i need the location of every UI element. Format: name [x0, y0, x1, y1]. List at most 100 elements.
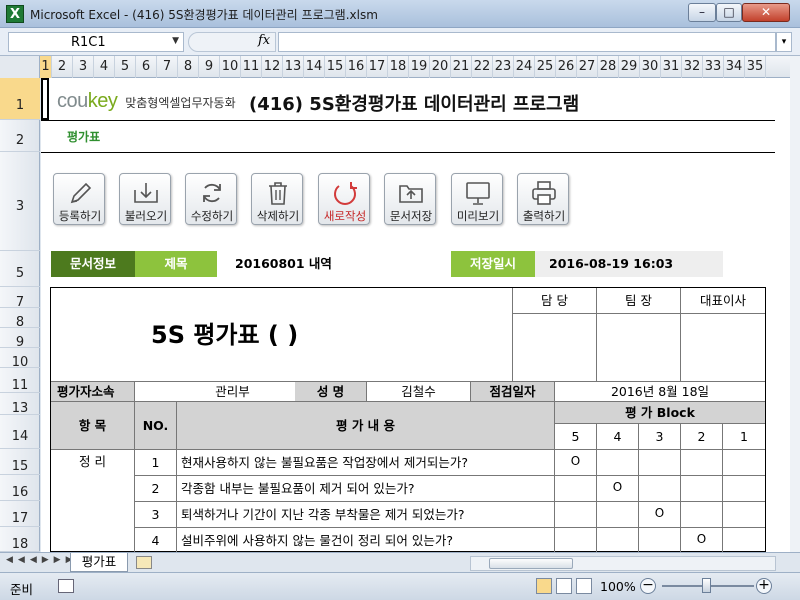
- toolbar-button-4[interactable]: 새로작성: [318, 173, 370, 225]
- column-header-20[interactable]: 20: [430, 56, 451, 78]
- column-header-21[interactable]: 21: [451, 56, 472, 78]
- column-header-9[interactable]: 9: [199, 56, 220, 78]
- row-header-9[interactable]: 9: [0, 328, 40, 350]
- column-header-22[interactable]: 22: [472, 56, 493, 78]
- row-header-8[interactable]: 8: [0, 308, 40, 330]
- sheet-tab-evaluation[interactable]: 평가표: [70, 553, 128, 572]
- column-header-7[interactable]: 7: [157, 56, 178, 78]
- subject-value[interactable]: 20160801 내역: [225, 251, 445, 277]
- column-header-19[interactable]: 19: [409, 56, 430, 78]
- score-cell[interactable]: [597, 502, 639, 528]
- sheet-nav-arrows[interactable]: ◀◀◀▶▶▶: [6, 555, 78, 565]
- row-header-16[interactable]: 16: [0, 475, 40, 501]
- scroll-thumb[interactable]: [489, 558, 573, 569]
- score-cell[interactable]: O: [555, 450, 597, 476]
- page-layout-view-button[interactable]: [556, 578, 572, 594]
- column-header-27[interactable]: 27: [577, 56, 598, 78]
- toolbar-button-7[interactable]: 출력하기: [517, 173, 569, 225]
- row-header-3[interactable]: 3: [0, 152, 40, 251]
- column-header-1[interactable]: 1: [40, 56, 52, 78]
- score-cell[interactable]: [723, 476, 765, 502]
- item-text[interactable]: 각종함 내부는 불필요품이 제거 되어 있는가?: [177, 476, 555, 502]
- chevron-down-icon[interactable]: ▼: [172, 36, 179, 46]
- score-cell[interactable]: [723, 502, 765, 528]
- column-header-28[interactable]: 28: [598, 56, 619, 78]
- column-header-3[interactable]: 3: [73, 56, 94, 78]
- toolbar-button-3[interactable]: 삭제하기: [251, 173, 303, 225]
- toolbar-button-2[interactable]: 수정하기: [185, 173, 237, 225]
- score-cell[interactable]: O: [639, 502, 681, 528]
- column-header-11[interactable]: 11: [241, 56, 262, 78]
- column-header-4[interactable]: 4: [94, 56, 115, 78]
- score-cell[interactable]: [681, 476, 723, 502]
- column-header-31[interactable]: 31: [661, 56, 682, 78]
- form-title[interactable]: 5S 평가표 ( ): [51, 288, 513, 382]
- item-text[interactable]: 설비주위에 사용하지 않는 물건이 정리 되어 있는가?: [177, 528, 555, 552]
- expand-formula-button[interactable]: ▾: [776, 32, 792, 52]
- category-cell[interactable]: 정 리: [51, 450, 135, 552]
- column-header-2[interactable]: 2: [52, 56, 73, 78]
- macro-record-icon[interactable]: [58, 579, 74, 593]
- name-value[interactable]: 김철수: [367, 382, 471, 402]
- score-cell[interactable]: [555, 502, 597, 528]
- zoom-slider-thumb[interactable]: [702, 578, 711, 593]
- horizontal-scrollbar[interactable]: [470, 556, 776, 571]
- column-header-6[interactable]: 6: [136, 56, 157, 78]
- column-header-5[interactable]: 5: [115, 56, 136, 78]
- row-header-18[interactable]: 18: [0, 527, 40, 552]
- column-header-17[interactable]: 17: [367, 56, 388, 78]
- column-header-10[interactable]: 10: [220, 56, 241, 78]
- score-cell[interactable]: O: [681, 528, 723, 552]
- column-header-29[interactable]: 29: [619, 56, 640, 78]
- inspection-date-value[interactable]: 2016년 8월 18일: [555, 382, 765, 402]
- column-header-33[interactable]: 33: [703, 56, 724, 78]
- score-cell[interactable]: [555, 528, 597, 552]
- row-header-14[interactable]: 14: [0, 415, 40, 449]
- column-header-26[interactable]: 26: [556, 56, 577, 78]
- column-header-18[interactable]: 18: [388, 56, 409, 78]
- maximize-button[interactable]: □: [716, 3, 742, 22]
- column-header-32[interactable]: 32: [682, 56, 703, 78]
- score-cell[interactable]: [639, 476, 681, 502]
- page-break-view-button[interactable]: [576, 578, 592, 594]
- score-cell[interactable]: [681, 450, 723, 476]
- worksheet-grid[interactable]: coukey 맞춤형엑셀업무자동화 (416) 5S환경평가표 데이터관리 프로…: [41, 78, 790, 552]
- item-text[interactable]: 현재사용하지 않는 불필요품은 작업장에서 제거되는가?: [177, 450, 555, 476]
- row-header-17[interactable]: 17: [0, 501, 40, 527]
- column-header-35[interactable]: 35: [745, 56, 766, 78]
- name-box[interactable]: R1C1 ▼: [8, 32, 184, 52]
- zoom-level[interactable]: 100%: [600, 579, 636, 594]
- excel-app-icon[interactable]: X: [6, 5, 24, 23]
- minimize-button[interactable]: –: [688, 3, 716, 22]
- column-header-30[interactable]: 30: [640, 56, 661, 78]
- score-cell[interactable]: [639, 528, 681, 552]
- column-header-16[interactable]: 16: [346, 56, 367, 78]
- score-cell[interactable]: [555, 476, 597, 502]
- toolbar-button-6[interactable]: 미리보기: [451, 173, 503, 225]
- close-button[interactable]: ✕: [742, 3, 790, 22]
- column-header-15[interactable]: 15: [325, 56, 346, 78]
- row-header-10[interactable]: 10: [0, 348, 40, 370]
- zoom-out-button[interactable]: −: [640, 578, 656, 594]
- score-cell[interactable]: [723, 450, 765, 476]
- toolbar-button-0[interactable]: 등록하기: [53, 173, 105, 225]
- score-cell[interactable]: [597, 528, 639, 552]
- score-cell[interactable]: O: [597, 476, 639, 502]
- formula-input[interactable]: [278, 32, 776, 52]
- insert-sheet-icon[interactable]: [136, 556, 152, 569]
- column-header-12[interactable]: 12: [262, 56, 283, 78]
- score-cell[interactable]: [597, 450, 639, 476]
- active-cell-r1c1[interactable]: [41, 78, 49, 120]
- score-cell[interactable]: [723, 528, 765, 552]
- score-cell[interactable]: [639, 450, 681, 476]
- approval-staff-sign[interactable]: [513, 314, 597, 382]
- column-header-25[interactable]: 25: [535, 56, 556, 78]
- column-header-14[interactable]: 14: [304, 56, 325, 78]
- select-all-corner[interactable]: [0, 56, 40, 78]
- toolbar-button-5[interactable]: 문서저장: [384, 173, 436, 225]
- column-header-24[interactable]: 24: [514, 56, 535, 78]
- normal-view-button[interactable]: [536, 578, 552, 594]
- row-header-1[interactable]: 1: [0, 78, 40, 120]
- column-header-23[interactable]: 23: [493, 56, 514, 78]
- saved-value[interactable]: 2016-08-19 16:03: [535, 251, 723, 277]
